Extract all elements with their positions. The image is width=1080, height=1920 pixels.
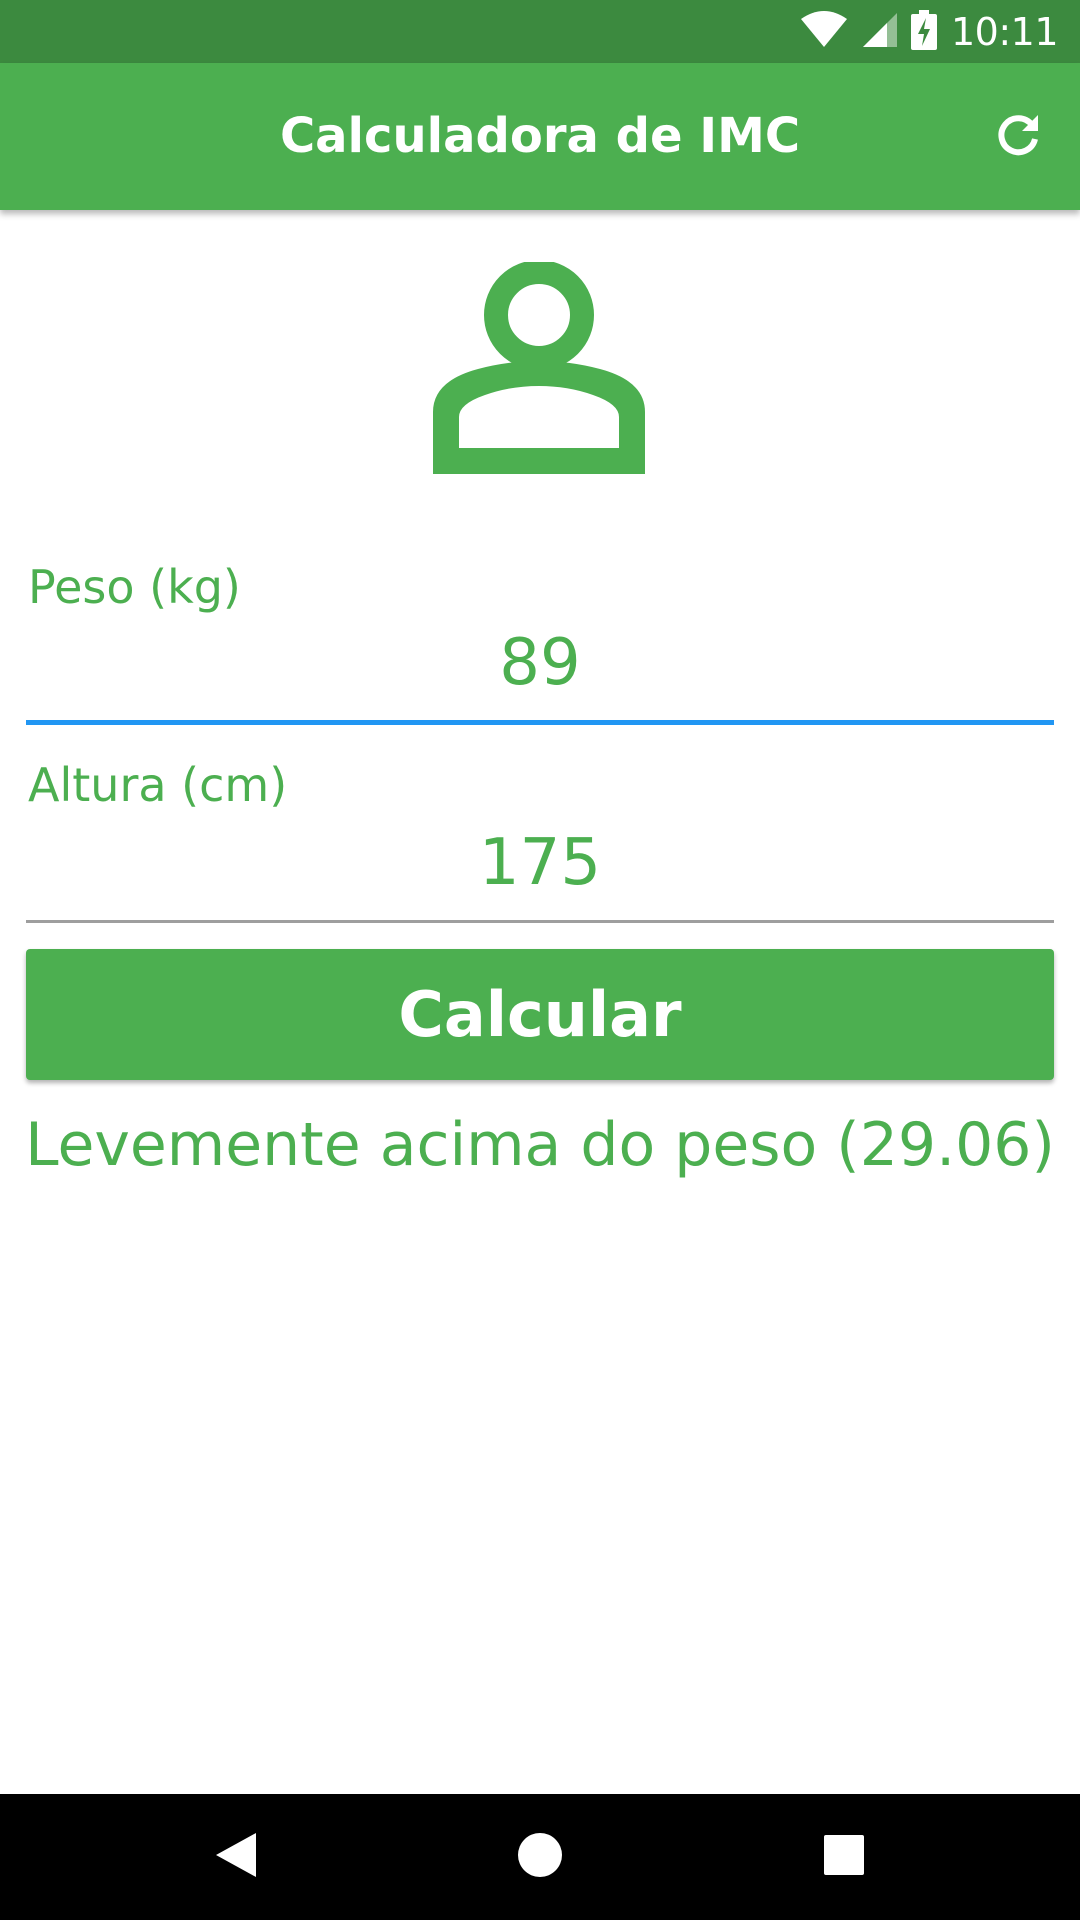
weight-underline	[26, 720, 1054, 725]
signal-icon	[861, 11, 897, 53]
weight-label: Peso (kg)	[28, 560, 241, 614]
screen: 10:11 Calculadora de IMC Peso (kg) Altur…	[0, 0, 1080, 1920]
wifi-icon	[800, 10, 847, 53]
height-underline	[26, 920, 1054, 923]
home-button[interactable]	[510, 1827, 570, 1887]
refresh-icon	[994, 111, 1042, 163]
navigation-bar	[0, 1794, 1080, 1920]
app-bar: Calculadora de IMC	[0, 63, 1080, 210]
home-icon	[517, 1832, 563, 1882]
height-label: Altura (cm)	[28, 758, 288, 812]
refresh-button[interactable]	[988, 107, 1048, 167]
weight-field: Peso (kg)	[26, 550, 1054, 730]
person-outline-icon	[433, 260, 645, 474]
height-input[interactable]	[26, 818, 1054, 908]
weight-input[interactable]	[26, 618, 1054, 708]
back-icon	[214, 1831, 258, 1883]
status-bar: 10:11	[0, 0, 1080, 63]
status-time: 10:11	[950, 9, 1059, 54]
back-button[interactable]	[206, 1827, 266, 1887]
result-text: Levemente acima do peso (29.06)	[25, 1110, 1055, 1180]
app-title: Calculadora de IMC	[279, 108, 801, 164]
recents-icon	[823, 1834, 865, 1880]
battery-charging-icon	[910, 9, 937, 54]
recents-button[interactable]	[814, 1827, 874, 1887]
status-icons: 10:11	[800, 0, 1059, 63]
height-field: Altura (cm)	[26, 750, 1054, 930]
calculate-button[interactable]: Calcular	[26, 949, 1054, 1080]
